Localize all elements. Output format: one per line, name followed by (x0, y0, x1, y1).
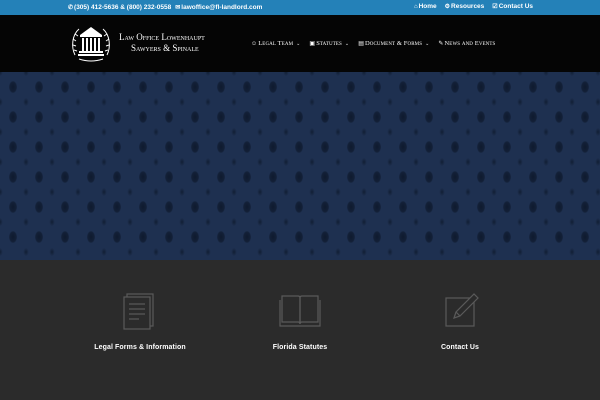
top-link-contact[interactable]: ☑ Contact Us (492, 3, 533, 10)
nav-item-legal-team[interactable]: ☺ Legal Team ⌄ (251, 40, 300, 47)
hero-banner (0, 72, 600, 260)
email-text: lawoffice@fl-landlord.com (181, 4, 263, 11)
email-link[interactable]: ✉ lawoffice@fl-landlord.com (175, 4, 262, 11)
top-link-resources-label: Resources (451, 3, 485, 10)
gear-icon: ⚙ (444, 3, 451, 10)
form-icon (123, 293, 154, 330)
logo-text: Law Office Lowenhaupt Sawyers & Spinale (119, 32, 205, 54)
top-link-contact-label: Contact Us (498, 3, 533, 10)
envelope-icon: ✉ (175, 4, 181, 11)
edit-icon: ✎ (438, 41, 444, 47)
feature-statutes-label: Florida Statutes (272, 344, 328, 351)
feature-statutes[interactable]: Florida Statutes (240, 290, 360, 351)
top-links: ⌂ Home ⚙ Resources ☑ Contact Us (414, 3, 533, 10)
nav-label-statutes: Statutes (316, 40, 342, 47)
laptop-icon: ▣ (309, 41, 316, 47)
top-bar: ✆ (305) 412-5636 & (800) 232-0558 ✉ lawo… (0, 0, 600, 15)
phone-number[interactable]: ✆ (305) 412-5636 & (800) 232-0558 (68, 4, 171, 11)
site-logo[interactable]: Law Office Lowenhaupt Sawyers & Spinale (69, 21, 205, 65)
feature-contact-label: Contact Us (441, 344, 479, 351)
book-icon (279, 295, 321, 327)
home-icon: ⌂ (413, 3, 418, 10)
pencil-icon (445, 293, 479, 327)
user-icon: ☺ (251, 40, 258, 47)
checkbox-icon: ☑ (492, 3, 498, 10)
main-nav: ☺ Legal Team ⌄ ▣ Statutes ⌄ ▤ Document &… (251, 40, 495, 47)
feature-contact[interactable]: Contact Us (400, 290, 520, 351)
top-link-home-label: Home (418, 3, 437, 10)
chevron-down-icon: ⌄ (344, 41, 350, 47)
site-header: Law Office Lowenhaupt Sawyers & Spinale … (0, 15, 600, 72)
logo-line-1: Law Office Lowenhaupt (119, 32, 205, 42)
phone-text: (305) 412-5636 & (800) 232-0558 (74, 4, 172, 11)
features-section: Legal Forms & Information Florida Statut… (0, 260, 600, 400)
top-link-home[interactable]: ⌂ Home (414, 3, 437, 10)
document-icon: ▤ (358, 41, 364, 47)
courthouse-emblem-icon (72, 27, 110, 62)
nav-label-news: News and Events (444, 40, 496, 47)
nav-item-statutes[interactable]: ▣ Statutes ⌄ (309, 40, 349, 47)
nav-item-documents[interactable]: ▤ Document & Forms ⌄ (358, 40, 429, 47)
chevron-down-icon: ⌄ (296, 41, 301, 47)
feature-legal-forms-label: Legal Forms & Information (94, 344, 186, 351)
top-link-resources[interactable]: ⚙ Resources (445, 3, 485, 10)
logo-line-2: Sawyers & Spinale (131, 43, 199, 53)
nav-label-documents: Document & Forms (364, 40, 423, 47)
feature-legal-forms[interactable]: Legal Forms & Information (80, 290, 200, 351)
nav-item-news[interactable]: ✎ News and Events (438, 40, 495, 47)
contact-info: ✆ (305) 412-5636 & (800) 232-0558 ✉ lawo… (68, 4, 262, 11)
nav-label-legal-team: Legal Team (258, 40, 294, 47)
phone-icon: ✆ (68, 4, 74, 11)
chevron-down-icon: ⌄ (425, 41, 430, 47)
